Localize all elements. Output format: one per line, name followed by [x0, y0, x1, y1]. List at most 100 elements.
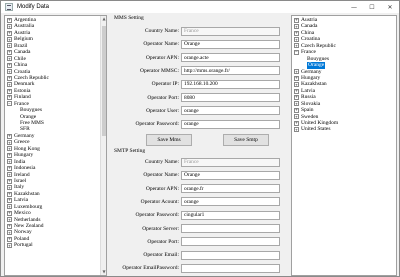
mms-field-operator-ip: Operator IP: 192.168.10.200	[114, 79, 284, 89]
smtp-setting-heading: SMTP Setting	[114, 148, 146, 154]
mms-field-operator-mmsc: Operator MMSC: http://mms.orange.fr/	[114, 66, 284, 76]
expand-icon[interactable]: +	[294, 37, 299, 43]
smtp-field-operator-acount: Operator Acount: orange	[114, 197, 284, 207]
title-bar: Modify Data — ☐ ✕	[1, 1, 399, 13]
expand-icon[interactable]: +	[7, 37, 12, 43]
expand-icon[interactable]: +	[7, 223, 12, 229]
expand-icon[interactable]: +	[7, 75, 12, 81]
expand-icon[interactable]: +	[294, 101, 299, 107]
scroll-down-icon[interactable]: ▼	[101, 269, 106, 275]
expand-icon[interactable]: +	[7, 140, 12, 146]
expand-icon[interactable]: +	[294, 127, 299, 133]
field-label: Operator APN:	[145, 185, 179, 192]
mms-setting-heading: MMS Setting	[114, 15, 144, 21]
expand-icon[interactable]: +	[7, 159, 12, 165]
expand-icon[interactable]: +	[7, 146, 12, 152]
tree-item-united-states[interactable]: + United States	[292, 126, 396, 132]
mms-field-operator-apn: Operator APN: orange.acte	[114, 53, 284, 63]
expand-icon[interactable]: +	[294, 114, 299, 120]
country-tree-left[interactable]: + Argentina + Australia + Austria + Belgium + Bra…	[4, 15, 107, 276]
expand-icon[interactable]: +	[7, 172, 12, 178]
operator-email-input[interactable]	[181, 250, 280, 260]
expand-icon[interactable]: +	[294, 120, 299, 126]
expand-icon[interactable]: +	[294, 17, 299, 23]
operator-ip-input[interactable]: 192.168.10.200	[181, 79, 280, 89]
country-name-input[interactable]: France	[181, 26, 280, 36]
operator-password-input[interactable]: cingular1	[181, 210, 280, 220]
field-label: Operator Port:	[147, 238, 179, 245]
expand-icon[interactable]: +	[7, 133, 12, 139]
operator-name-input[interactable]: Orange	[181, 39, 280, 49]
tree-item-portugal[interactable]: + Portugal	[5, 242, 106, 248]
expand-icon[interactable]: +	[294, 69, 299, 75]
expand-icon[interactable]: +	[7, 217, 12, 223]
tree-list: + Austria + Canada + China + Croatina + Czech Rep…	[292, 16, 396, 133]
country-name-input[interactable]: France	[181, 157, 280, 167]
collapse-icon[interactable]: −	[294, 49, 299, 55]
field-label: Operator Password:	[135, 212, 179, 219]
expand-icon[interactable]: +	[7, 24, 12, 30]
operator-apn-input[interactable]: orange.fr	[181, 184, 280, 194]
operator-port-input[interactable]	[181, 237, 280, 247]
expand-icon[interactable]: +	[7, 210, 12, 216]
field-label: Country Name:	[144, 159, 179, 165]
close-button[interactable]: ✕	[381, 1, 399, 13]
scroll-up-icon[interactable]: ▲	[101, 16, 106, 22]
collapse-icon[interactable]: −	[7, 101, 12, 107]
expand-icon[interactable]: +	[7, 191, 12, 197]
expand-icon[interactable]: +	[7, 230, 12, 236]
tree-item-label: Portugal	[14, 242, 33, 249]
expand-icon[interactable]: +	[7, 56, 12, 62]
expand-icon[interactable]: +	[7, 17, 12, 23]
expand-icon[interactable]: +	[7, 82, 12, 88]
smtp-field-operator-name: Operator Name: Orange	[114, 170, 284, 180]
vertical-scrollbar[interactable]: ▲ ▼	[100, 16, 106, 275]
expand-icon[interactable]: +	[294, 82, 299, 88]
operator-mmsc-input[interactable]: http://mms.orange.fr/	[181, 66, 280, 76]
operator-user-input[interactable]: orange	[181, 106, 280, 116]
expand-icon[interactable]: +	[294, 30, 299, 36]
tree-item-label: United States	[301, 126, 331, 133]
expand-icon[interactable]: +	[7, 62, 12, 68]
operator-password-input[interactable]: orange	[181, 119, 280, 129]
expand-icon[interactable]: +	[7, 152, 12, 158]
smtp-field-operator-server: Operator Server:	[114, 224, 284, 234]
modify-data-window: Modify Data — ☐ ✕ + Argentina + Australia + A…	[0, 0, 400, 277]
expand-icon[interactable]: +	[7, 49, 12, 55]
operator-apn-input[interactable]: orange.acte	[181, 53, 280, 63]
expand-icon[interactable]: +	[7, 204, 12, 210]
smtp-field-country-name: Country Name: France	[114, 157, 284, 167]
expand-icon[interactable]: +	[294, 88, 299, 94]
field-label: Operator Name:	[143, 172, 179, 179]
expand-icon[interactable]: +	[294, 107, 299, 113]
expand-icon[interactable]: +	[294, 43, 299, 49]
expand-icon[interactable]: +	[7, 69, 12, 75]
expand-icon[interactable]: +	[7, 165, 12, 171]
expand-icon[interactable]: +	[7, 94, 12, 100]
expand-icon[interactable]: +	[294, 24, 299, 30]
expand-icon[interactable]: +	[294, 94, 299, 100]
maximize-button[interactable]: ☐	[363, 1, 381, 13]
expand-icon[interactable]: +	[7, 88, 12, 94]
expand-icon[interactable]: +	[7, 236, 12, 242]
expand-icon[interactable]: +	[7, 30, 12, 36]
field-label: Operator Email:	[143, 252, 179, 259]
save-smtp-button[interactable]: Save Smtp	[223, 134, 269, 146]
expand-icon[interactable]: +	[7, 243, 12, 249]
operator-server-input[interactable]	[181, 224, 280, 233]
expand-icon[interactable]: +	[7, 185, 12, 191]
country-tree-right[interactable]: + Austria + Canada + China + Croatina + Czech Rep…	[291, 15, 397, 276]
operator-acount-input[interactable]: orange	[181, 197, 280, 207]
minimize-button[interactable]: —	[345, 1, 363, 13]
mms-field-operator-name: Operator Name: Orange	[114, 39, 284, 49]
expand-icon[interactable]: +	[7, 43, 12, 49]
save-mms-button[interactable]: Save Mms	[146, 134, 192, 146]
expand-icon[interactable]: +	[7, 178, 12, 184]
expand-icon[interactable]: +	[294, 75, 299, 81]
operator-emailpassword-input[interactable]	[181, 263, 280, 273]
scrollbar-thumb[interactable]	[102, 26, 106, 136]
operator-port-input[interactable]: 8080	[181, 93, 280, 102]
field-label: Country Name:	[144, 28, 179, 34]
operator-name-input[interactable]: Orange	[181, 170, 280, 180]
expand-icon[interactable]: +	[7, 197, 12, 203]
